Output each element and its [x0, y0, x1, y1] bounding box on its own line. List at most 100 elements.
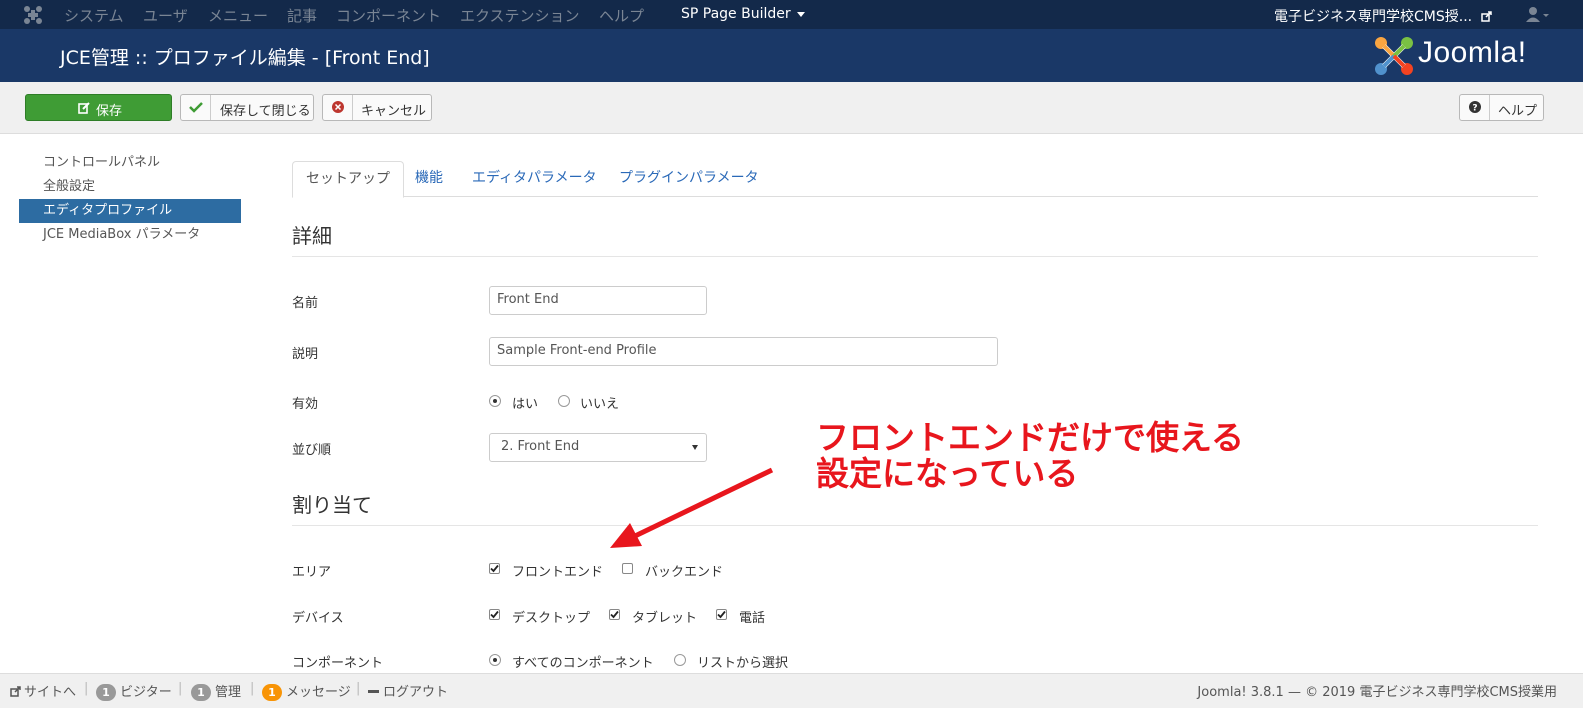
component-list-radio[interactable]	[674, 654, 686, 666]
menu-help[interactable]: ヘルプ	[599, 5, 644, 26]
save-close-label: 保存して閉じる	[220, 104, 311, 119]
enabled-no-radio[interactable]	[558, 395, 570, 407]
user-icon[interactable]	[1525, 6, 1549, 24]
logout-label: ログアウト	[383, 685, 449, 700]
ordering-label: 並び順	[292, 443, 332, 458]
annotation-arrow-icon	[610, 467, 774, 548]
name-label: 名前	[292, 296, 319, 311]
help-button[interactable]: ? ヘルプ	[1459, 94, 1544, 121]
sidebar: コントロールパネル 全般設定 エディタプロファイル JCE MediaBox パ…	[19, 151, 241, 247]
visitors-link[interactable]: 1 ビジター	[96, 681, 172, 701]
view-site-label: サイトへ	[24, 685, 77, 700]
area-backend-checkbox[interactable]	[622, 563, 633, 574]
component-list-label: リストから選択	[697, 656, 789, 671]
site-name-label: 電子ビジネス専門学校CMS授...	[1274, 9, 1473, 25]
admin-link[interactable]: 1 管理	[191, 681, 241, 701]
enabled-yes-radio[interactable]	[489, 395, 501, 407]
joomla-logo: Joomla!	[1374, 35, 1559, 77]
enabled-label: 有効	[292, 397, 319, 412]
visitors-badge: 1	[96, 684, 116, 701]
external-link-icon	[10, 686, 21, 697]
sp-page-builder-label: SP Page Builder	[681, 6, 791, 22]
cancel-label: キャンセル	[361, 104, 427, 119]
visitors-label: ビジター	[120, 685, 172, 700]
top-navbar: システム ユーザ メニュー 記事 コンポーネント エクステンション ヘルプ SP…	[0, 0, 1583, 29]
enabled-no-label: いいえ	[580, 397, 620, 412]
sidebar-item-global-config[interactable]: 全般設定	[19, 175, 241, 199]
site-name-link[interactable]: 電子ビジネス専門学校CMS授...	[1274, 6, 1492, 26]
save-close-button[interactable]: 保存して閉じる	[180, 94, 314, 121]
device-desktop-checkbox[interactable]	[489, 609, 500, 620]
description-label: 説明	[292, 347, 319, 362]
page-title: JCE管理 :: プロファイル編集 - [Front End]	[60, 47, 430, 69]
menu-content[interactable]: 記事	[287, 5, 317, 26]
cancel-icon	[323, 95, 353, 120]
admin-label: 管理	[215, 685, 242, 700]
status-bar: サイトへ | 1 ビジター | 1 管理 | 1 メッセージ | ログアウト Joom…	[0, 673, 1583, 708]
toolbar: 保存 保存して閉じる キャンセル ? ヘルプ	[0, 82, 1583, 134]
joomla-wordmark: Joomla!	[1418, 36, 1527, 69]
description-input[interactable]: Sample Front-end Profile	[489, 337, 998, 366]
device-desktop-label: デスクトップ	[512, 611, 591, 626]
tab-plugin-parameters[interactable]: プラグインパラメータ	[606, 161, 772, 197]
page-header: JCE管理 :: プロファイル編集 - [Front End] Joomla!	[0, 29, 1583, 82]
separator: |	[178, 681, 183, 696]
details-heading: 詳細	[292, 220, 1538, 257]
area-frontend-label: フロントエンド	[512, 565, 604, 580]
logout-link[interactable]: ログアウト	[368, 681, 448, 700]
annotation-line-2: 設定になっている	[816, 454, 1079, 493]
menu-extensions[interactable]: エクステンション	[460, 5, 580, 26]
sidebar-item-control-panel[interactable]: コントロールパネル	[19, 151, 241, 175]
joomla-logo-icon	[1375, 37, 1413, 75]
help-icon: ?	[1460, 95, 1490, 120]
device-tablet-checkbox[interactable]	[609, 609, 620, 620]
area-label: エリア	[292, 565, 332, 580]
menu-system[interactable]: システム	[64, 5, 124, 26]
messages-label: メッセージ	[286, 685, 351, 700]
annotation-line-1: フロントエンドだけで使える	[816, 418, 1245, 457]
tab-editor-parameters[interactable]: エディタパラメータ	[459, 161, 610, 197]
tab-bar: セットアップ 機能 エディタパラメータ プラグインパラメータ	[292, 161, 1538, 198]
sidebar-item-mediabox[interactable]: JCE MediaBox パラメータ	[19, 223, 241, 247]
menu-menus[interactable]: メニュー	[208, 5, 268, 26]
area-backend-label: バックエンド	[645, 565, 724, 580]
component-all-radio[interactable]	[489, 654, 501, 666]
component-label: コンポーネント	[292, 656, 384, 671]
tab-setup[interactable]: セットアップ	[292, 161, 404, 198]
check-icon	[181, 95, 211, 120]
assignment-heading: 割り当て	[292, 489, 1538, 526]
separator: |	[250, 681, 255, 696]
name-input[interactable]: Front End	[489, 286, 707, 315]
save-button[interactable]: 保存	[25, 94, 172, 121]
menu-users[interactable]: ユーザ	[143, 5, 188, 26]
component-all-label: すべてのコンポーネント	[512, 656, 654, 671]
device-tablet-label: タブレット	[632, 611, 698, 626]
save-label: 保存	[96, 104, 123, 119]
select-arrow-icon	[692, 445, 698, 450]
area-frontend-checkbox[interactable]	[489, 563, 500, 574]
ordering-select-value: 2. Front End	[501, 439, 580, 454]
messages-link[interactable]: 1 メッセージ	[262, 681, 351, 701]
cancel-button[interactable]: キャンセル	[322, 94, 432, 121]
separator: |	[356, 681, 361, 696]
external-link-icon	[1480, 11, 1492, 22]
edit-icon	[78, 102, 90, 114]
tab-features[interactable]: 機能	[402, 161, 456, 197]
device-label: デバイス	[292, 611, 344, 626]
device-phone-checkbox[interactable]	[716, 609, 727, 620]
help-label: ヘルプ	[1498, 104, 1538, 119]
joomla-brand-icon[interactable]	[22, 4, 44, 26]
minus-icon	[368, 690, 379, 693]
admin-badge: 1	[191, 684, 211, 701]
svg-text:?: ?	[1472, 104, 1477, 114]
annotation-text: フロントエンドだけで使える 設定になっている	[816, 420, 1244, 492]
view-site-link[interactable]: サイトへ	[10, 681, 76, 700]
enabled-yes-label: はい	[512, 397, 539, 412]
ordering-select[interactable]: 2. Front End	[489, 433, 707, 462]
sidebar-item-editor-profiles[interactable]: エディタプロファイル	[19, 199, 241, 223]
menu-sp-page-builder[interactable]: SP Page Builder	[681, 6, 805, 22]
messages-badge: 1	[262, 684, 282, 701]
footer-copyright: Joomla! 3.8.1 — © 2019 電子ビジネス専門学校CMS授業用	[1197, 685, 1557, 700]
caret-down-icon	[796, 11, 805, 17]
menu-components[interactable]: コンポーネント	[336, 5, 441, 26]
